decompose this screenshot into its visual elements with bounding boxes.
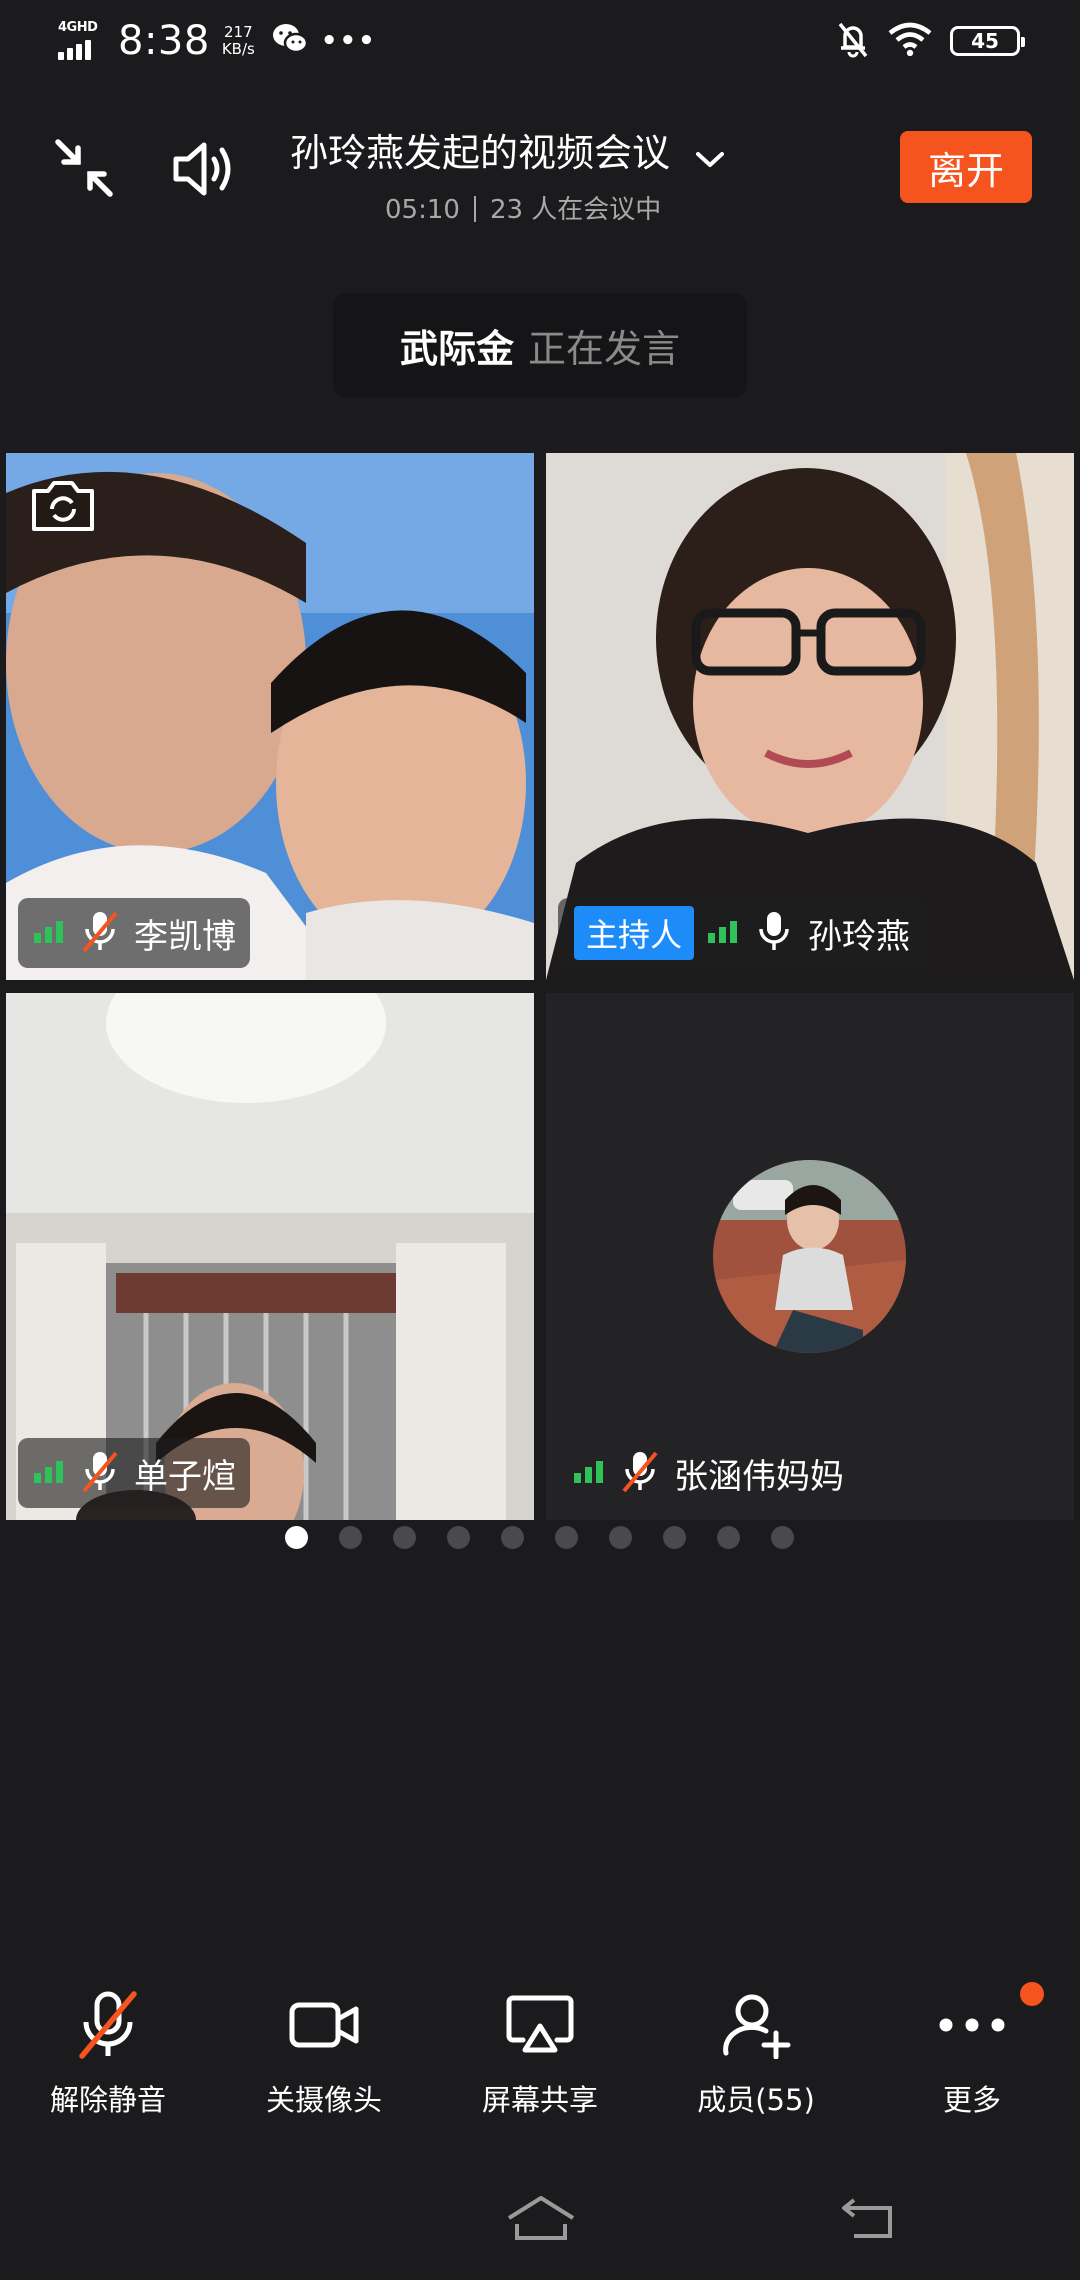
participant-name: 张涵伟妈妈: [674, 1456, 844, 1497]
page-dot[interactable]: [501, 1526, 524, 1549]
chevron-down-icon[interactable]: [695, 150, 725, 174]
wechat-icon: [271, 22, 309, 60]
switch-camera-icon[interactable]: [28, 475, 98, 539]
meeting-title-area[interactable]: 孙玲燕发起的视频会议 05:10 23 人在会议中: [290, 122, 810, 226]
screen-share-button[interactable]: 屏幕共享: [440, 1985, 640, 2119]
wifi-icon: [888, 22, 932, 60]
home-icon[interactable]: [505, 2194, 577, 2248]
mic-icon: [754, 909, 794, 957]
active-speaker-banner: 武际金 正在发言: [333, 293, 747, 398]
minimize-window-icon[interactable]: [52, 136, 116, 204]
leave-button[interactable]: 离开: [900, 131, 1032, 203]
video-tile[interactable]: 李凯博: [6, 453, 534, 980]
participant-name: 单子煊: [134, 1456, 236, 1497]
page-dot[interactable]: [393, 1526, 416, 1549]
page-dot[interactable]: [771, 1526, 794, 1549]
signal-strength-icon: [574, 1459, 606, 1487]
meeting-duration: 05:10: [385, 195, 460, 225]
participant-label: 单子煊: [18, 1438, 250, 1508]
add-user-icon[interactable]: [656, 1985, 856, 2065]
meeting-screen: 4GHD 8:38 217 KB/s ••• 45 孙玲燕发起的视频会议 05:…: [0, 0, 1080, 2280]
meeting-meta: 05:10 23 人在会议中: [290, 189, 810, 226]
network-type: 4GHD: [58, 20, 98, 35]
video-tile[interactable]: 张涵伟妈妈: [546, 993, 1074, 1520]
video-camera-icon[interactable]: [224, 1985, 424, 2065]
video-tile[interactable]: 单子煊: [6, 993, 534, 1520]
screen-share-icon[interactable]: [440, 1985, 640, 2065]
network-speed: 217 KB/s: [221, 23, 255, 58]
system-navigation-bar: [0, 2180, 1080, 2280]
participant-label: 李凯博: [18, 898, 250, 968]
more-button[interactable]: 更多: [872, 1985, 1072, 2119]
mic-muted-icon: [80, 909, 120, 957]
participant-count: 23 人在会议中: [489, 195, 662, 225]
page-dot[interactable]: [717, 1526, 740, 1549]
more-notifications-icon: •••: [320, 26, 377, 56]
battery-icon: 45: [950, 26, 1025, 56]
participant-name: 李凯博: [134, 916, 236, 957]
signal-strength-icon: [34, 919, 66, 947]
active-speaker-status: 正在发言: [528, 327, 681, 371]
back-icon[interactable]: [840, 2194, 896, 2246]
video-tile[interactable]: 主持人 孙玲燕: [546, 453, 1074, 980]
page-dot[interactable]: [285, 1526, 308, 1549]
participant-label: 主持人 孙玲燕: [558, 898, 925, 968]
signal-strength-icon: [34, 1459, 66, 1487]
meeting-header: 孙玲燕发起的视频会议 05:10 23 人在会议中 离开: [0, 100, 1080, 250]
page-indicator[interactable]: [285, 1526, 794, 1549]
meeting-title[interactable]: 孙玲燕发起的视频会议: [290, 122, 670, 177]
page-dot[interactable]: [447, 1526, 470, 1549]
participant-avatar: [713, 1160, 906, 1353]
page-dot[interactable]: [339, 1526, 362, 1549]
mute-bell-icon: [836, 20, 870, 62]
meeting-toolbar: 解除静音 关摄像头 屏幕共享 成员(55) 更多: [0, 1985, 1080, 2145]
mic-muted-icon[interactable]: [8, 1985, 208, 2065]
active-speaker-name: 武际金: [399, 327, 514, 371]
host-badge: 主持人: [574, 906, 695, 960]
mic-muted-icon: [620, 1449, 660, 1497]
participant-name: 孙玲燕: [808, 916, 911, 957]
page-dot[interactable]: [609, 1526, 632, 1549]
mic-muted-icon: [80, 1449, 120, 1497]
status-bar: 4GHD 8:38 217 KB/s ••• 45: [0, 0, 1080, 80]
members-button[interactable]: 成员(55): [656, 1985, 856, 2119]
notification-dot: [1020, 1982, 1044, 2006]
page-dot[interactable]: [555, 1526, 578, 1549]
participant-label: 张涵伟妈妈: [558, 1438, 858, 1508]
unmute-button[interactable]: 解除静音: [8, 1985, 208, 2119]
signal-strength-icon: [708, 919, 740, 947]
turn-off-camera-button[interactable]: 关摄像头: [224, 1985, 424, 2119]
page-dot[interactable]: [663, 1526, 686, 1549]
cellular-signal-icon: 4GHD: [58, 20, 106, 62]
clock: 8:38: [118, 18, 210, 64]
speaker-volume-icon[interactable]: [170, 138, 240, 204]
